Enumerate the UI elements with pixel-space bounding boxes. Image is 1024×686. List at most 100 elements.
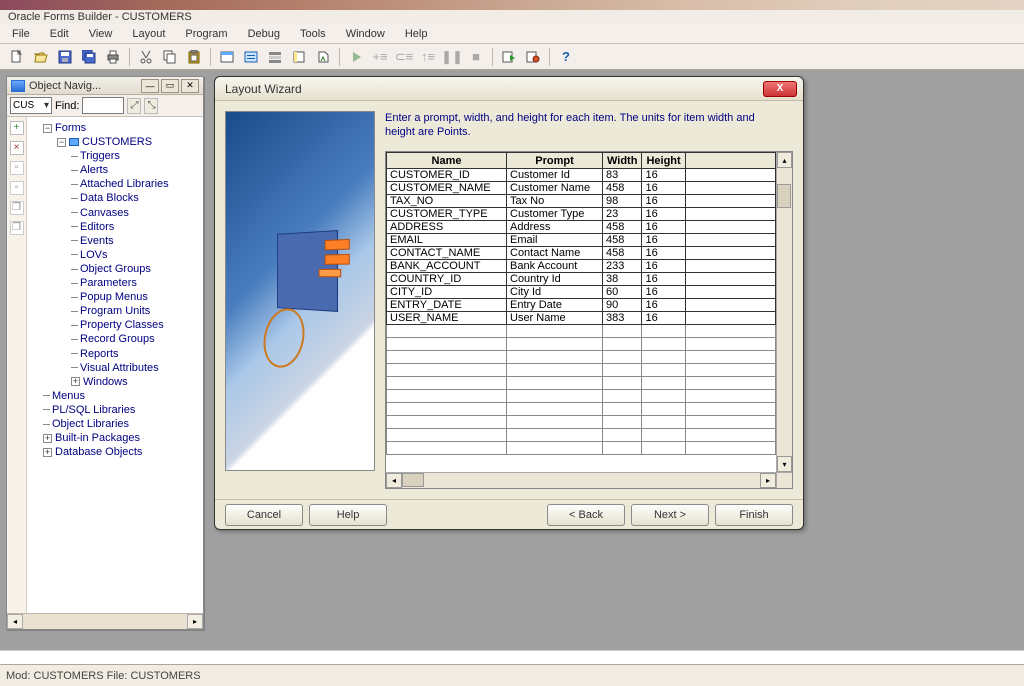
cell-prompt[interactable]: Contact Name	[507, 247, 603, 260]
tree-node[interactable]: Attached Libraries	[80, 178, 169, 190]
scroll-up-icon[interactable]: ▴	[777, 152, 792, 168]
expand-icon[interactable]: ▫	[10, 161, 24, 175]
tree-node[interactable]: Canvases	[80, 207, 129, 219]
cell-name[interactable]: BANK_ACCOUNT	[387, 260, 507, 273]
menu-help[interactable]: Help	[397, 26, 436, 42]
cut-icon[interactable]	[135, 47, 157, 67]
table-row[interactable]: CUSTOMER_TYPECustomer Type2316	[387, 208, 776, 221]
cell-height[interactable]: 16	[642, 208, 685, 221]
module-combo[interactable]: CUS	[10, 97, 52, 114]
debug-form-icon[interactable]	[522, 47, 544, 67]
tree-forms[interactable]: Forms	[55, 122, 86, 134]
help-icon[interactable]: ?	[555, 47, 577, 67]
cell-prompt[interactable]: User Name	[507, 312, 603, 325]
tree-node[interactable]: Built-in Packages	[55, 432, 140, 444]
step-over-icon[interactable]: ⊂≡	[393, 47, 415, 67]
tree-node[interactable]: Record Groups	[80, 334, 155, 346]
cell-prompt[interactable]: Country Id	[507, 273, 603, 286]
tree-node[interactable]: Popup Menus	[80, 291, 148, 303]
table-row[interactable]: BANK_ACCOUNTBank Account23316	[387, 260, 776, 273]
cell-prompt[interactable]: Customer Name	[507, 182, 603, 195]
cancel-button[interactable]: Cancel	[225, 504, 303, 526]
tree-node[interactable]: Menus	[52, 390, 85, 402]
tree-node[interactable]: Object Libraries	[52, 418, 129, 430]
cell-prompt[interactable]: City Id	[507, 286, 603, 299]
form-icon[interactable]	[240, 47, 262, 67]
print-icon[interactable]	[102, 47, 124, 67]
cell-name[interactable]: USER_NAME	[387, 312, 507, 325]
menu-file[interactable]: File	[4, 26, 38, 42]
cell-width[interactable]: 60	[603, 286, 642, 299]
copy-icon[interactable]	[159, 47, 181, 67]
table-row[interactable]: USER_NAMEUser Name38316	[387, 312, 776, 325]
tree-node[interactable]: PL/SQL Libraries	[52, 404, 135, 416]
cell-height[interactable]: 16	[642, 247, 685, 260]
cell-name[interactable]: EMAIL	[387, 234, 507, 247]
save-icon[interactable]	[54, 47, 76, 67]
delete-icon[interactable]: ×	[10, 141, 24, 155]
tree-node[interactable]: Data Blocks	[80, 193, 139, 205]
object-tree[interactable]: −Forms −CUSTOMERS TriggersAlertsAttached…	[27, 117, 203, 613]
cell-name[interactable]: TAX_NO	[387, 195, 507, 208]
cell-height[interactable]: 16	[642, 195, 685, 208]
finish-button[interactable]: Finish	[715, 504, 793, 526]
tree-node[interactable]: Alerts	[80, 164, 108, 176]
minimize-button[interactable]: —	[141, 79, 159, 93]
cell-width[interactable]: 458	[603, 247, 642, 260]
tree-node[interactable]: Triggers	[80, 150, 120, 162]
scroll-left-icon[interactable]: ◂	[7, 614, 23, 629]
paste-node-icon[interactable]: ❐	[10, 221, 24, 235]
run-icon[interactable]	[345, 47, 367, 67]
tree-node[interactable]: Visual Attributes	[80, 362, 159, 374]
tree-node[interactable]: Editors	[80, 221, 114, 233]
scroll-left-icon[interactable]: ◂	[386, 473, 402, 488]
cell-prompt[interactable]: Address	[507, 221, 603, 234]
menu-program[interactable]: Program	[177, 26, 235, 42]
menu-layout[interactable]: Layout	[124, 26, 173, 42]
cell-width[interactable]: 458	[603, 234, 642, 247]
cell-width[interactable]: 23	[603, 208, 642, 221]
tree-module[interactable]: CUSTOMERS	[82, 136, 152, 148]
cell-name[interactable]: COUNTRY_ID	[387, 273, 507, 286]
create-icon[interactable]: +	[10, 121, 24, 135]
navigator-hscroll[interactable]: ◂ ▸	[7, 613, 203, 629]
cell-height[interactable]: 16	[642, 312, 685, 325]
cell-height[interactable]: 16	[642, 260, 685, 273]
cell-prompt[interactable]: Tax No	[507, 195, 603, 208]
open-icon[interactable]	[30, 47, 52, 67]
collapse-icon[interactable]: ▫	[10, 181, 24, 195]
cell-height[interactable]: 16	[642, 182, 685, 195]
cell-height[interactable]: 16	[642, 169, 685, 182]
find-input[interactable]	[82, 97, 124, 114]
menu-edit[interactable]: Edit	[42, 26, 77, 42]
scroll-thumb[interactable]	[777, 184, 791, 208]
run-form-icon[interactable]	[498, 47, 520, 67]
cell-width[interactable]: 383	[603, 312, 642, 325]
navigator-titlebar[interactable]: Object Navig... — ▭ ✕	[7, 77, 203, 95]
grid-hscroll[interactable]: ◂ ▸	[386, 472, 776, 488]
cell-height[interactable]: 16	[642, 273, 685, 286]
pause-icon[interactable]: ❚❚	[441, 47, 463, 67]
tree-node[interactable]: Database Objects	[55, 446, 142, 458]
layout-editor-icon[interactable]	[216, 47, 238, 67]
collapse-all-icon[interactable]: ⤡	[144, 98, 158, 114]
help-button[interactable]: Help	[309, 504, 387, 526]
step-into-icon[interactable]: +≡	[369, 47, 391, 67]
table-row[interactable]: ENTRY_DATEEntry Date9016	[387, 299, 776, 312]
cell-prompt[interactable]: Email	[507, 234, 603, 247]
cell-name[interactable]: CUSTOMER_TYPE	[387, 208, 507, 221]
scroll-right-icon[interactable]: ▸	[760, 473, 776, 488]
expander-icon[interactable]: +	[71, 377, 80, 386]
step-out-icon[interactable]: ↑≡	[417, 47, 439, 67]
cell-prompt[interactable]: Entry Date	[507, 299, 603, 312]
copy-node-icon[interactable]: ❐	[10, 201, 24, 215]
close-button[interactable]: ✕	[181, 79, 199, 93]
tree-node[interactable]: Parameters	[80, 277, 137, 289]
expander-icon[interactable]: +	[43, 448, 52, 457]
cell-name[interactable]: CUSTOMER_NAME	[387, 182, 507, 195]
maximize-button[interactable]: ▭	[161, 79, 179, 93]
save-all-icon[interactable]	[78, 47, 100, 67]
cell-width[interactable]: 233	[603, 260, 642, 273]
menu-tools[interactable]: Tools	[292, 26, 334, 42]
close-icon[interactable]: X	[763, 81, 797, 97]
